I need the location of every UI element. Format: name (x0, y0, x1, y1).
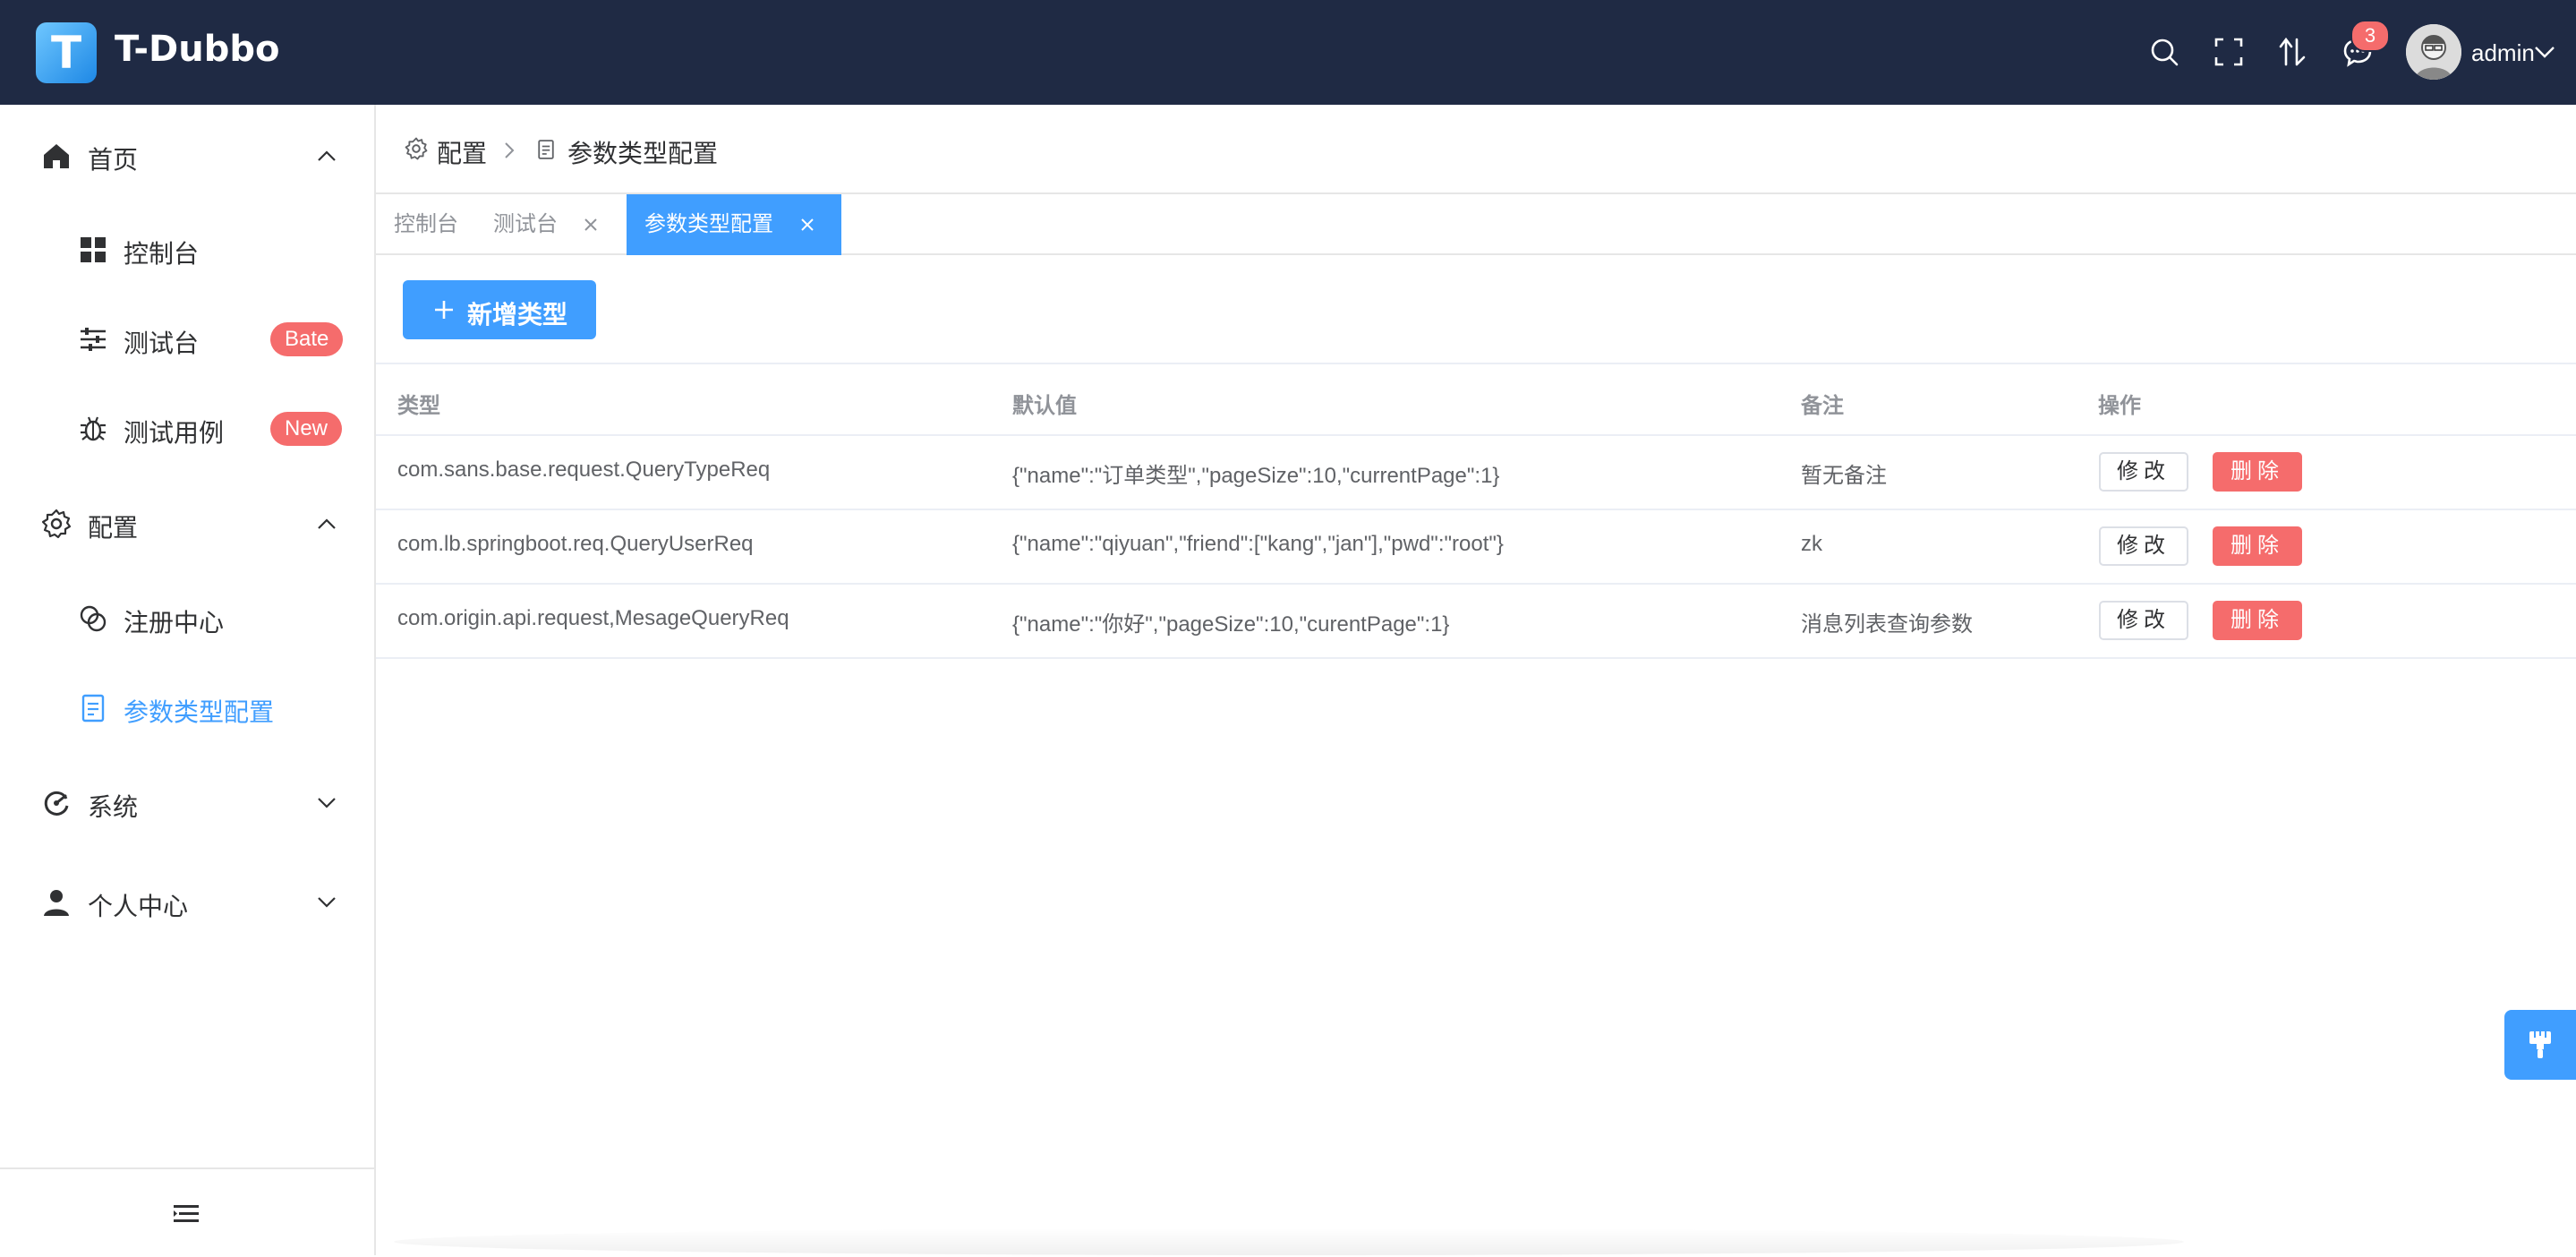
sidebar: 首页 控制台 测试台 Bate 测试用例 New 配置 注册中心 参数类型配置 … (0, 105, 376, 1255)
close-icon[interactable] (800, 218, 815, 232)
new-badge: New (270, 412, 343, 446)
close-icon[interactable] (584, 218, 598, 232)
delete-button[interactable]: 删除 (2213, 601, 2302, 640)
add-type-label: 新增类型 (467, 301, 568, 329)
cell-type: com.lb.springboot.req.QueryUserReq (397, 532, 754, 556)
sidebar-item-label: 配置 (88, 514, 139, 542)
sidebar-item-label: 首页 (88, 146, 139, 174)
table-row: com.sans.base.request.QueryTypeReq {"nam… (376, 436, 2576, 510)
breadcrumb-current: 参数类型配置 (567, 140, 719, 167)
table-row: com.lb.springboot.req.QueryUserReq {"nam… (376, 510, 2576, 585)
sidebar-item-label: 个人中心 (88, 893, 189, 920)
sidebar-item-testbench[interactable]: 测试台 Bate (0, 299, 374, 380)
table-row: com.origin.api.request,MesageQueryReq {"… (376, 585, 2576, 659)
sidebar-item-param-types[interactable]: 参数类型配置 (0, 668, 374, 748)
sidebar-item-registry[interactable]: 注册中心 (0, 578, 374, 659)
chevron-up-icon (318, 518, 336, 529)
notification-badge: 3 (2350, 20, 2390, 52)
cell-default: {"name":"订单类型","pageSize":10,"currentPag… (1012, 464, 1500, 488)
sidebar-footer (0, 1167, 374, 1257)
gear-icon (405, 137, 428, 160)
sidebar-item-label: 测试台 (124, 329, 200, 357)
app-title: T-Dubbo (115, 29, 280, 70)
username[interactable]: admin (2471, 39, 2535, 67)
table-header: 类型 默认值 备注 操作 (376, 363, 2576, 436)
app-logo: T (36, 22, 97, 83)
chevron-down-icon[interactable] (2533, 45, 2556, 59)
breadcrumb-parent[interactable]: 配置 (437, 134, 487, 170)
chevron-down-icon (318, 897, 336, 908)
cell-remark: zk (1801, 532, 1822, 556)
chevron-right-icon (505, 142, 515, 158)
delete-button[interactable]: 删除 (2213, 526, 2302, 566)
tab-testbench[interactable]: 测试台 (493, 194, 558, 255)
sidebar-item-label: 参数类型配置 (124, 698, 275, 726)
sidebar-item-testcases[interactable]: 测试用例 New (0, 389, 374, 469)
sidebar-item-home[interactable]: 首页 (0, 115, 374, 196)
column-header-actions: 操作 (2098, 394, 2141, 418)
column-header-type: 类型 (397, 394, 440, 418)
chevron-up-icon (318, 150, 336, 161)
tab-param-types[interactable]: 参数类型配置 (627, 194, 841, 255)
sidebar-item-label: 控制台 (124, 240, 200, 268)
system-icon (44, 791, 69, 816)
beta-badge: Bate (270, 322, 344, 356)
cell-default: {"name":"你好","pageSize":10,"curentPage":… (1012, 612, 1450, 637)
tab-dashboard[interactable]: 控制台 (394, 194, 458, 255)
search-icon[interactable] (2148, 36, 2180, 68)
collapse-menu-icon[interactable] (174, 1203, 199, 1225)
sidebar-item-profile[interactable]: 个人中心 (0, 862, 374, 943)
sidebar-item-label: 注册中心 (124, 609, 225, 637)
avatar-image (2406, 24, 2461, 80)
add-type-button[interactable]: 新增类型 (403, 280, 596, 339)
delete-button[interactable]: 删除 (2213, 452, 2302, 492)
sidebar-item-system[interactable]: 系统 (0, 763, 374, 843)
cell-remark: 暂无备注 (1801, 464, 1887, 488)
tab-label: 参数类型配置 (644, 212, 773, 236)
edit-button[interactable]: 修改 (2099, 601, 2188, 640)
plus-icon (435, 301, 453, 319)
sidebar-item-config[interactable]: 配置 (0, 483, 374, 564)
cell-default: {"name":"qiyuan","friend":["kang","jan"]… (1012, 532, 1504, 556)
tabs-bar: 控制台 测试台 参数类型配置 (376, 192, 2576, 255)
edit-button[interactable]: 修改 (2099, 526, 2188, 566)
edit-button[interactable]: 修改 (2099, 452, 2188, 492)
user-icon (44, 890, 69, 916)
home-icon (44, 144, 69, 168)
gear-icon (41, 509, 72, 539)
cell-type: com.origin.api.request,MesageQueryReq (397, 606, 789, 630)
theme-settings-button[interactable] (2504, 1010, 2576, 1080)
document-icon (538, 140, 554, 159)
sidebar-item-label: 系统 (88, 793, 139, 821)
top-header: T T-Dubbo 3 admin (0, 0, 2576, 105)
sidebar-item-label: 测试用例 (124, 419, 225, 447)
content-shadow (394, 1228, 2184, 1255)
cell-type: com.sans.base.request.QueryTypeReq (397, 457, 771, 482)
avatar[interactable] (2406, 24, 2461, 80)
bug-icon (81, 416, 106, 441)
column-header-default: 默认值 (1012, 394, 1077, 418)
chevron-down-icon (318, 798, 336, 808)
link-icon (80, 605, 107, 632)
cell-remark: 消息列表查询参数 (1801, 612, 1973, 637)
paint-brush-icon (2529, 1031, 2551, 1058)
document-icon (81, 694, 105, 723)
sliders-icon (81, 328, 106, 351)
column-header-remark: 备注 (1801, 394, 1844, 418)
size-toggle-icon[interactable] (2277, 36, 2309, 68)
fullscreen-icon[interactable] (2213, 36, 2245, 68)
sidebar-item-dashboard[interactable]: 控制台 (0, 210, 374, 290)
dashboard-icon (81, 237, 106, 262)
